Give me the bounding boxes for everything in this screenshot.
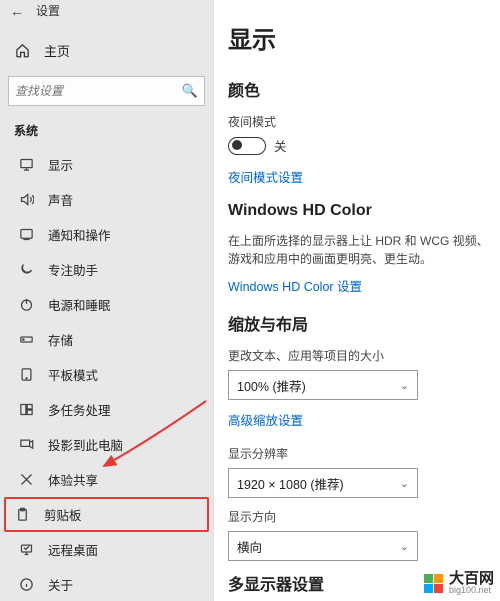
tablet-icon [18, 367, 34, 383]
sidebar-label: 平板模式 [48, 365, 98, 384]
sidebar-item-storage[interactable]: 存储 [0, 322, 213, 357]
project-icon [18, 437, 34, 453]
watermark-logo-icon [424, 574, 443, 593]
night-mode-state: 关 [274, 136, 287, 155]
sidebar-item-sound[interactable]: 声音 [0, 182, 213, 217]
sidebar-item-display[interactable]: 显示 [0, 147, 213, 182]
sidebar-label: 声音 [48, 190, 73, 209]
sidebar-label: 存储 [48, 330, 73, 349]
resolution-select[interactable]: 1920 × 1080 (推荐) ⌄ [228, 468, 418, 498]
storage-icon [18, 332, 34, 348]
remote-icon [18, 542, 34, 558]
settings-title: 设置 [36, 2, 60, 19]
home-nav[interactable]: 主页 [0, 33, 213, 68]
about-icon [18, 577, 34, 593]
notifications-icon [18, 227, 34, 243]
sidebar-label: 专注助手 [48, 260, 98, 279]
sidebar-item-focus[interactable]: 专注助手 [0, 252, 213, 287]
search-field[interactable] [15, 84, 182, 98]
multitask-icon [18, 402, 34, 418]
night-mode-settings-link[interactable]: 夜间模式设置 [228, 167, 500, 186]
resolution-label: 显示分辨率 [228, 445, 500, 462]
hd-color-desc: 在上面所选择的显示器上让 HDR 和 WCG 视频、游戏和应用中的画面更明亮、更… [228, 232, 500, 268]
resolution-value: 1920 × 1080 (推荐) [237, 474, 344, 493]
hd-color-heading: Windows HD Color [228, 202, 500, 220]
watermark: 大百网 big100.net [424, 571, 494, 595]
sidebar-item-tablet[interactable]: 平板模式 [0, 357, 213, 392]
sidebar-label: 显示 [48, 155, 73, 174]
orientation-label: 显示方向 [228, 508, 500, 525]
group-system: 系统 [0, 116, 213, 147]
watermark-brand: 大百网 [449, 571, 494, 586]
scale-select[interactable]: 100% (推荐) ⌄ [228, 370, 418, 400]
watermark-domain: big100.net [449, 586, 494, 595]
sidebar-item-power[interactable]: 电源和睡眠 [0, 287, 213, 322]
hd-color-link[interactable]: Windows HD Color 设置 [228, 276, 500, 295]
orientation-select[interactable]: 横向 ⌄ [228, 531, 418, 561]
advanced-scale-link[interactable]: 高级缩放设置 [228, 410, 500, 429]
shared-icon [18, 472, 34, 488]
home-icon [14, 43, 30, 59]
color-heading: 颜色 [228, 77, 500, 101]
search-icon: 🔍 [182, 83, 198, 99]
chevron-down-icon: ⌄ [400, 477, 409, 490]
page-title: 显示 [228, 20, 500, 55]
sidebar-label: 多任务处理 [48, 400, 111, 419]
sidebar-item-project[interactable]: 投影到此电脑 [0, 427, 213, 462]
sidebar-item-clipboard[interactable]: 剪贴板 [4, 497, 209, 532]
orientation-value: 横向 [237, 537, 262, 556]
scale-value: 100% (推荐) [237, 376, 306, 395]
sound-icon [18, 192, 34, 208]
sidebar-label: 体验共享 [48, 470, 98, 489]
sidebar-label: 关于 [48, 575, 73, 594]
chevron-down-icon: ⌄ [400, 540, 409, 553]
sidebar-item-notifications[interactable]: 通知和操作 [0, 217, 213, 252]
sidebar-item-about[interactable]: 关于 [0, 567, 213, 601]
chevron-down-icon: ⌄ [400, 379, 409, 392]
scale-heading: 缩放与布局 [228, 311, 500, 335]
sidebar-label: 投影到此电脑 [48, 435, 123, 454]
sidebar-label: 远程桌面 [48, 540, 98, 559]
night-mode-toggle[interactable] [228, 137, 266, 155]
sidebar-label: 剪贴板 [44, 505, 82, 524]
clipboard-icon [14, 507, 30, 523]
sidebar-label: 电源和睡眠 [48, 295, 111, 314]
night-mode-label: 夜间模式 [228, 113, 500, 130]
sidebar-label: 通知和操作 [48, 225, 111, 244]
search-input[interactable]: 🔍 [8, 76, 205, 106]
home-label: 主页 [44, 41, 70, 60]
scale-label: 更改文本、应用等项目的大小 [228, 347, 500, 364]
sidebar-item-shared[interactable]: 体验共享 [0, 462, 213, 497]
back-icon[interactable]: ← [10, 3, 24, 19]
display-icon [18, 157, 34, 173]
power-icon [18, 297, 34, 313]
sidebar-item-remote[interactable]: 远程桌面 [0, 532, 213, 567]
sidebar-item-multitask[interactable]: 多任务处理 [0, 392, 213, 427]
focus-icon [18, 262, 34, 278]
